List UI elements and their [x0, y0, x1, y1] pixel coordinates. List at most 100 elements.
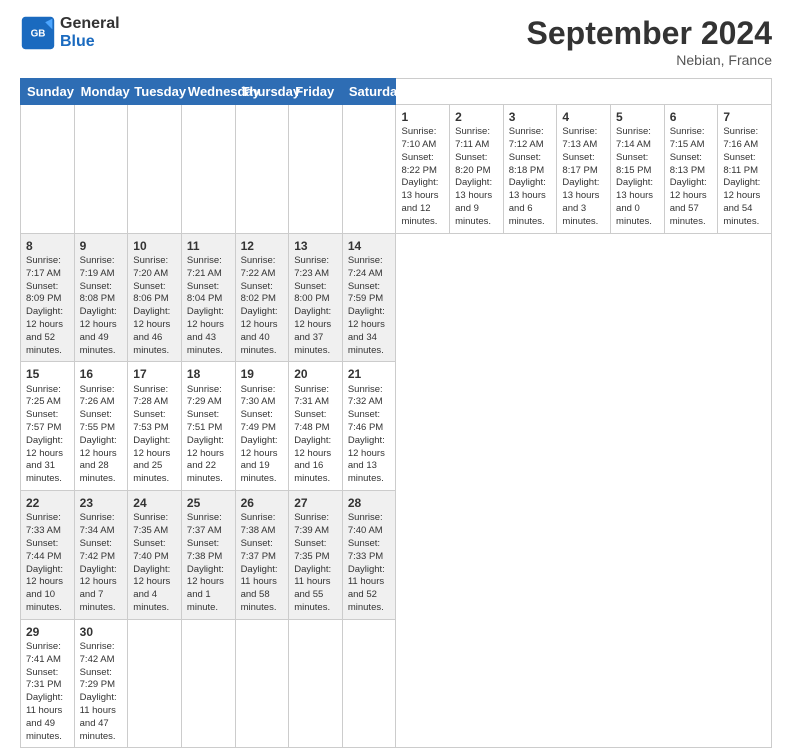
sunset: Sunset: 8:18 PM — [509, 152, 544, 176]
daylight: Daylight: 12 hours and 37 minutes. — [294, 306, 331, 355]
sunset: Sunset: 7:29 PM — [80, 667, 115, 691]
sunrise: Sunrise: 7:22 AM — [241, 255, 276, 279]
day-number: 26 — [241, 495, 284, 511]
sunset: Sunset: 8:04 PM — [187, 281, 222, 305]
sunset: Sunset: 8:09 PM — [26, 281, 61, 305]
daylight: Daylight: 12 hours and 19 minutes. — [241, 435, 278, 484]
calendar-table: Sunday Monday Tuesday Wednesday Thursday… — [20, 78, 772, 748]
sunrise: Sunrise: 7:29 AM — [187, 384, 222, 408]
day-number: 30 — [80, 624, 123, 640]
calendar-cell — [21, 105, 75, 234]
day-number: 5 — [616, 109, 659, 125]
sunrise: Sunrise: 7:25 AM — [26, 384, 61, 408]
sunrise: Sunrise: 7:31 AM — [294, 384, 329, 408]
day-number: 23 — [80, 495, 123, 511]
sunset: Sunset: 8:13 PM — [670, 152, 705, 176]
sunrise: Sunrise: 7:40 AM — [348, 512, 383, 536]
calendar-cell — [128, 105, 182, 234]
calendar-cell: 16Sunrise: 7:26 AMSunset: 7:55 PMDayligh… — [74, 362, 128, 491]
daylight: Daylight: 13 hours and 12 minutes. — [401, 177, 438, 226]
sunset: Sunset: 8:17 PM — [562, 152, 597, 176]
sunset: Sunset: 7:51 PM — [187, 409, 222, 433]
calendar-cell: 27Sunrise: 7:39 AMSunset: 7:35 PMDayligh… — [289, 491, 343, 620]
sunrise: Sunrise: 7:35 AM — [133, 512, 168, 536]
calendar-cell: 4Sunrise: 7:13 AMSunset: 8:17 PMDaylight… — [557, 105, 611, 234]
daylight: Daylight: 12 hours and 25 minutes. — [133, 435, 170, 484]
day-number: 2 — [455, 109, 498, 125]
sunset: Sunset: 7:33 PM — [348, 538, 383, 562]
daylight: Daylight: 12 hours and 40 minutes. — [241, 306, 278, 355]
calendar-cell — [342, 105, 396, 234]
calendar-cell: 3Sunrise: 7:12 AMSunset: 8:18 PMDaylight… — [503, 105, 557, 234]
day-number: 18 — [187, 366, 230, 382]
calendar-cell: 28Sunrise: 7:40 AMSunset: 7:33 PMDayligh… — [342, 491, 396, 620]
day-number: 17 — [133, 366, 176, 382]
calendar-cell: 21Sunrise: 7:32 AMSunset: 7:46 PMDayligh… — [342, 362, 396, 491]
day-number: 15 — [26, 366, 69, 382]
sunset: Sunset: 8:15 PM — [616, 152, 651, 176]
daylight: Daylight: 11 hours and 58 minutes. — [241, 564, 278, 613]
page: GB General Blue September 2024 Nebian, F… — [0, 0, 792, 612]
day-number: 27 — [294, 495, 337, 511]
sunrise: Sunrise: 7:42 AM — [80, 641, 115, 665]
sunrise: Sunrise: 7:19 AM — [80, 255, 115, 279]
day-number: 16 — [80, 366, 123, 382]
calendar-cell — [342, 619, 396, 748]
sunset: Sunset: 7:37 PM — [241, 538, 276, 562]
calendar-header-row: Sunday Monday Tuesday Wednesday Thursday… — [21, 79, 772, 105]
calendar-cell — [235, 105, 289, 234]
col-thursday: Thursday — [235, 79, 289, 105]
day-number: 7 — [723, 109, 766, 125]
sunrise: Sunrise: 7:41 AM — [26, 641, 61, 665]
day-number: 8 — [26, 238, 69, 254]
calendar-week-row: 29Sunrise: 7:41 AMSunset: 7:31 PMDayligh… — [21, 619, 772, 748]
daylight: Daylight: 12 hours and 52 minutes. — [26, 306, 63, 355]
day-number: 4 — [562, 109, 605, 125]
day-number: 10 — [133, 238, 176, 254]
calendar-cell: 5Sunrise: 7:14 AMSunset: 8:15 PMDaylight… — [611, 105, 665, 234]
sunset: Sunset: 7:35 PM — [294, 538, 329, 562]
day-number: 25 — [187, 495, 230, 511]
daylight: Daylight: 12 hours and 4 minutes. — [133, 564, 170, 613]
sunset: Sunset: 7:31 PM — [26, 667, 61, 691]
sunrise: Sunrise: 7:23 AM — [294, 255, 329, 279]
calendar-cell — [128, 619, 182, 748]
day-number: 13 — [294, 238, 337, 254]
daylight: Daylight: 12 hours and 31 minutes. — [26, 435, 63, 484]
sunrise: Sunrise: 7:12 AM — [509, 126, 544, 150]
sunset: Sunset: 7:38 PM — [187, 538, 222, 562]
daylight: Daylight: 12 hours and 57 minutes. — [670, 177, 707, 226]
sunset: Sunset: 8:00 PM — [294, 281, 329, 305]
sunrise: Sunrise: 7:26 AM — [80, 384, 115, 408]
sunrise: Sunrise: 7:15 AM — [670, 126, 705, 150]
sunrise: Sunrise: 7:34 AM — [80, 512, 115, 536]
day-number: 19 — [241, 366, 284, 382]
sunset: Sunset: 8:06 PM — [133, 281, 168, 305]
daylight: Daylight: 12 hours and 7 minutes. — [80, 564, 117, 613]
calendar-cell — [235, 619, 289, 748]
day-number: 22 — [26, 495, 69, 511]
calendar-cell: 17Sunrise: 7:28 AMSunset: 7:53 PMDayligh… — [128, 362, 182, 491]
sunset: Sunset: 8:22 PM — [401, 152, 436, 176]
calendar-cell: 6Sunrise: 7:15 AMSunset: 8:13 PMDaylight… — [664, 105, 718, 234]
calendar-cell: 20Sunrise: 7:31 AMSunset: 7:48 PMDayligh… — [289, 362, 343, 491]
daylight: Daylight: 12 hours and 54 minutes. — [723, 177, 760, 226]
calendar-cell: 19Sunrise: 7:30 AMSunset: 7:49 PMDayligh… — [235, 362, 289, 491]
col-sunday: Sunday — [21, 79, 75, 105]
calendar-cell: 29Sunrise: 7:41 AMSunset: 7:31 PMDayligh… — [21, 619, 75, 748]
calendar-cell: 12Sunrise: 7:22 AMSunset: 8:02 PMDayligh… — [235, 233, 289, 362]
sunset: Sunset: 7:59 PM — [348, 281, 383, 305]
sunrise: Sunrise: 7:37 AM — [187, 512, 222, 536]
sunrise: Sunrise: 7:38 AM — [241, 512, 276, 536]
daylight: Daylight: 13 hours and 0 minutes. — [616, 177, 653, 226]
col-friday: Friday — [289, 79, 343, 105]
sunrise: Sunrise: 7:24 AM — [348, 255, 383, 279]
daylight: Daylight: 12 hours and 28 minutes. — [80, 435, 117, 484]
daylight: Daylight: 13 hours and 6 minutes. — [509, 177, 546, 226]
location: Nebian, France — [527, 52, 772, 68]
day-number: 11 — [187, 238, 230, 254]
calendar-week-row: 8Sunrise: 7:17 AMSunset: 8:09 PMDaylight… — [21, 233, 772, 362]
sunrise: Sunrise: 7:20 AM — [133, 255, 168, 279]
sunrise: Sunrise: 7:16 AM — [723, 126, 758, 150]
logo-text: General Blue — [60, 15, 120, 51]
